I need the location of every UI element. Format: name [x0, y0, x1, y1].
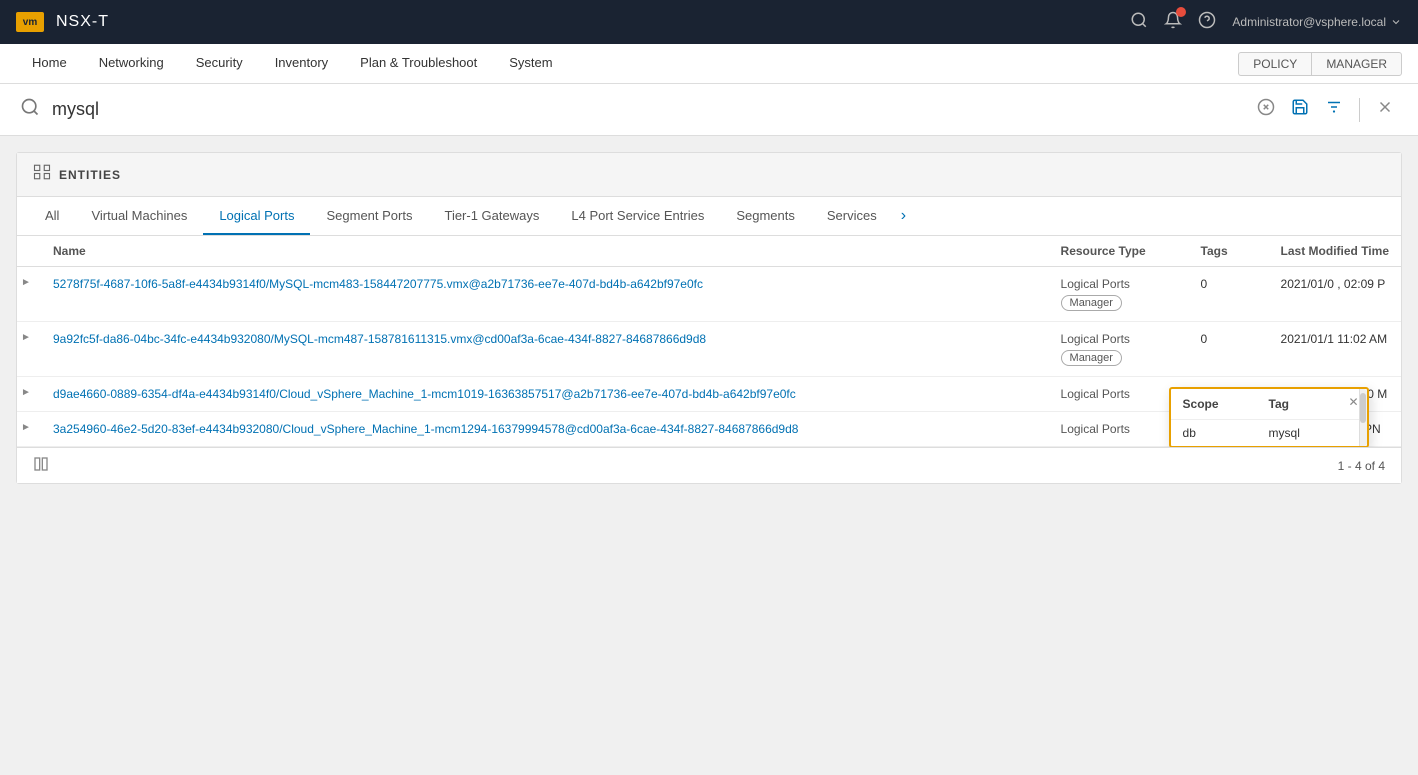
topbar-left: vm NSX-T — [16, 12, 109, 32]
tab-tier1-gateways[interactable]: Tier-1 Gateways — [428, 198, 555, 235]
username[interactable]: Administrator@vsphere.local — [1232, 15, 1402, 29]
popup-scope-value: db — [1183, 426, 1269, 440]
search-divider — [1359, 98, 1360, 122]
tab-l4-port-service-entries[interactable]: L4 Port Service Entries — [555, 198, 720, 235]
resource-type-cell: Logical Ports — [1061, 277, 1177, 291]
row-name-link[interactable]: d9ae4660-0889-6354-df4a-e4434b9314f0/Clo… — [53, 387, 796, 401]
nav-item-system[interactable]: System — [493, 44, 568, 83]
nav-item-security[interactable]: Security — [180, 44, 259, 83]
tab-virtual-machines[interactable]: Virtual Machines — [75, 198, 203, 235]
entities-header: ENTITIES — [17, 153, 1401, 197]
row-expander[interactable]: ► — [17, 412, 41, 447]
notification-badge — [1176, 7, 1186, 17]
col-last-modified: Last Modified Time — [1269, 236, 1401, 267]
last-modified-cell: 2021/01/1 11:02 AM — [1269, 322, 1401, 377]
tag-popup-row: db mysql — [1171, 420, 1367, 446]
row-expander[interactable]: ► — [17, 267, 41, 322]
last-modified-cell: 2021/01/0 , 02:09 P — [1269, 267, 1401, 322]
table-row: ► d9ae4660-0889-6354-df4a-e4434b9314f0/C… — [17, 377, 1401, 412]
nav-item-networking[interactable]: Networking — [83, 44, 180, 83]
topbar: vm NSX-T Administrator@vsphere.local — [0, 0, 1418, 44]
tabs-row: All Virtual Machines Logical Ports Segme… — [17, 197, 1401, 236]
main-content: ENTITIES All Virtual Machines Logical Po… — [0, 136, 1418, 500]
table-row: ► 9a92fc5f-da86-04bc-34fc-e4434b932080/M… — [17, 322, 1401, 377]
clear-search-button[interactable] — [1253, 96, 1279, 123]
vm-logo: vm — [16, 12, 44, 32]
table-row: ► 5278f75f-4687-10f6-5a8f-e4434b9314f0/M… — [17, 267, 1401, 322]
close-search-button[interactable] — [1372, 96, 1398, 123]
manager-badge: Manager — [1061, 295, 1122, 311]
row-expander[interactable]: ► — [17, 322, 41, 377]
entities-icon — [33, 163, 51, 186]
navbar-left: Home Networking Security Inventory Plan … — [16, 44, 569, 83]
tab-segments[interactable]: Segments — [720, 198, 811, 235]
table-footer: 1 - 4 of 4 — [17, 447, 1401, 483]
topbar-right: Administrator@vsphere.local — [1130, 11, 1402, 34]
resource-type-cell: Logical Ports — [1061, 387, 1177, 401]
entities-section: ENTITIES All Virtual Machines Logical Po… — [16, 152, 1402, 484]
row-name-link[interactable]: 3a254960-46e2-5d20-83ef-e4434b932080/Clo… — [53, 422, 798, 436]
row-expander[interactable]: ► — [17, 377, 41, 412]
col-tags: Tags — [1189, 236, 1269, 267]
col-resource-type: Resource Type — [1049, 236, 1189, 267]
search-icon[interactable] — [1130, 11, 1148, 34]
popup-tag-value: mysql — [1269, 426, 1355, 440]
manager-mode-button[interactable]: MANAGER — [1311, 52, 1402, 76]
tab-all[interactable]: All — [29, 198, 75, 235]
col-name: Name — [41, 236, 1049, 267]
searchbar — [0, 84, 1418, 136]
search-input[interactable] — [52, 99, 1241, 120]
columns-toggle-icon[interactable] — [33, 456, 49, 475]
tab-segment-ports[interactable]: Segment Ports — [310, 198, 428, 235]
resource-type-cell: Logical Ports — [1061, 422, 1177, 436]
search-actions — [1253, 96, 1398, 123]
row-name-link[interactable]: 9a92fc5f-da86-04bc-34fc-e4434b932080/MyS… — [53, 332, 706, 346]
popup-scrollbar[interactable] — [1359, 389, 1367, 446]
nav-item-inventory[interactable]: Inventory — [259, 44, 344, 83]
tags-cell: 0 — [1189, 267, 1269, 322]
tag-popup: ✕ Scope Tag db mysql — [1169, 387, 1369, 447]
results-table: Name Resource Type Tags Last Modified Ti… — [17, 236, 1401, 447]
result-count: 1 - 4 of 4 — [1338, 459, 1385, 473]
tags-cell-with-popup: 1 ✕ Scope Tag db mysql — [1189, 377, 1269, 412]
nav-item-plan-troubleshoot[interactable]: Plan & Troubleshoot — [344, 44, 493, 83]
manager-badge: Manager — [1061, 350, 1122, 366]
tab-logical-ports[interactable]: Logical Ports — [203, 198, 310, 235]
help-icon[interactable] — [1198, 11, 1216, 34]
tag-header: Tag — [1269, 397, 1355, 411]
mode-switcher: POLICY MANAGER — [1238, 52, 1402, 76]
tab-more-icon[interactable]: › — [893, 197, 914, 235]
save-search-button[interactable] — [1287, 96, 1313, 123]
nav-item-home[interactable]: Home — [16, 44, 83, 83]
searchbar-search-icon — [20, 97, 40, 122]
app-title: NSX-T — [56, 13, 109, 31]
tag-popup-header: Scope Tag — [1171, 389, 1367, 420]
resource-type-cell: Logical Ports — [1061, 332, 1177, 346]
navbar: Home Networking Security Inventory Plan … — [0, 44, 1418, 84]
scroll-thumb — [1360, 393, 1366, 423]
tags-cell: 0 — [1189, 322, 1269, 377]
policy-mode-button[interactable]: POLICY — [1238, 52, 1311, 76]
scope-header: Scope — [1183, 397, 1269, 411]
row-name-link[interactable]: 5278f75f-4687-10f6-5a8f-e4434b9314f0/MyS… — [53, 277, 703, 291]
entities-title: ENTITIES — [59, 168, 121, 182]
tab-services[interactable]: Services — [811, 198, 893, 235]
notifications-icon[interactable] — [1164, 11, 1182, 34]
filter-button[interactable] — [1321, 96, 1347, 123]
